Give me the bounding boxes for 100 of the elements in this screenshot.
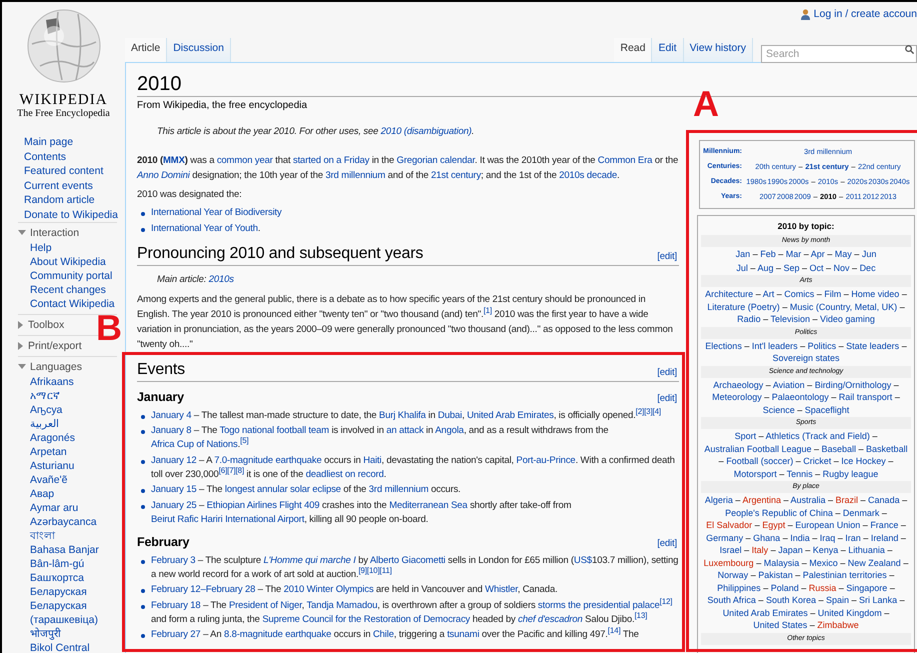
link[interactable]: Gregorian calendar xyxy=(396,155,475,166)
caret-right-icon[interactable] xyxy=(18,321,24,329)
link[interactable]: Whistler xyxy=(485,584,518,595)
link[interactable]: January 15 xyxy=(151,484,197,495)
link[interactable]: Luxembourg xyxy=(704,558,754,568)
citation-link[interactable]: [14] xyxy=(608,626,621,635)
link[interactable]: President of Niger xyxy=(228,600,302,610)
link[interactable]: MMX xyxy=(163,155,185,166)
link[interactable]: United Arab Emirates xyxy=(466,410,554,420)
link[interactable]: Spain xyxy=(826,595,850,605)
sidebar-link[interactable]: Беларуская (тарашкевіца) xyxy=(30,599,117,627)
citation-link[interactable]: [6][7][8] xyxy=(218,466,244,474)
citation-link[interactable]: [9][10][11] xyxy=(358,566,392,574)
link[interactable]: Israel xyxy=(720,545,742,555)
link[interactable]: Jan xyxy=(736,249,750,259)
citation-link[interactable]: [12] xyxy=(660,596,672,606)
link[interactable]: Basketball xyxy=(866,444,908,454)
link[interactable]: Togo national football team xyxy=(220,425,330,436)
link[interactable]: Japan xyxy=(778,545,803,555)
edit-link[interactable]: [edit] xyxy=(657,390,679,406)
link[interactable]: Ice Hockey xyxy=(841,456,886,466)
link[interactable]: Radio xyxy=(737,314,761,324)
citation-link[interactable]: [13] xyxy=(634,610,648,620)
sidebar-link[interactable]: Random article xyxy=(24,193,125,208)
link[interactable]: common year xyxy=(216,155,273,166)
link[interactable]: Dubai xyxy=(438,410,462,420)
link[interactable]: Port-au-Prince xyxy=(516,454,576,466)
link[interactable]: Brazil xyxy=(836,495,858,505)
link[interactable]: Mediterranean Sea xyxy=(389,500,468,510)
sidebar-link[interactable]: About Wikipedia xyxy=(30,255,117,269)
tab[interactable]: View history xyxy=(684,38,753,62)
sidebar-link[interactable]: भोजपुरी xyxy=(30,627,117,641)
link[interactable]: deadliest on record xyxy=(306,468,384,480)
link[interactable]: United States xyxy=(753,620,808,630)
edit-link[interactable]: [edit] xyxy=(657,536,679,550)
link[interactable]: Canada xyxy=(868,495,900,505)
link[interactable]: Archaeology xyxy=(713,380,764,390)
link[interactable]: Oct xyxy=(810,262,824,272)
citation-link[interactable]: [2][3][4] xyxy=(636,406,661,416)
link[interactable]: Science xyxy=(762,404,795,414)
link[interactable]: European Union xyxy=(795,520,860,530)
caret-down-icon[interactable] xyxy=(18,364,26,370)
edit-link[interactable]: [edit] xyxy=(657,248,679,264)
sidebar-link[interactable]: العربية xyxy=(30,417,117,431)
link[interactable]: State leaders xyxy=(846,340,900,350)
link[interactable]: 7.0-magnitude earthquake xyxy=(214,454,322,466)
link[interactable]: Aug xyxy=(757,262,774,272)
link[interactable]: Jun xyxy=(862,249,876,259)
link[interactable]: an attack xyxy=(386,425,424,436)
link[interactable]: Argentina xyxy=(742,495,781,505)
link[interactable]: Palestinian territories xyxy=(802,570,887,580)
link[interactable]: Zimbabwe xyxy=(817,620,859,630)
link[interactable]: Politics xyxy=(808,340,836,350)
sidebar-link[interactable]: Current events xyxy=(24,178,125,193)
link[interactable]: Norway xyxy=(718,570,748,580)
link[interactable]: Africa Cup of Nations xyxy=(151,439,238,450)
link[interactable]: February 12–February 28 xyxy=(151,584,256,595)
link[interactable]: Chile xyxy=(372,629,394,640)
link[interactable]: Iran xyxy=(845,532,861,542)
link[interactable]: February 18 xyxy=(151,600,201,610)
sidebar-link[interactable]: Asturianu xyxy=(30,459,117,473)
link[interactable]: Nov xyxy=(834,262,850,272)
link[interactable]: Football (soccer) xyxy=(726,456,794,466)
search-field[interactable]: Search xyxy=(761,45,917,63)
sidebar-link[interactable]: Help xyxy=(30,241,117,255)
sidebar-link[interactable]: Donate to Wikipedia xyxy=(24,208,125,222)
link[interactable]: Poland xyxy=(770,582,799,592)
link[interactable]: Australia xyxy=(790,495,826,505)
link[interactable]: Palaeontology xyxy=(772,392,829,402)
link[interactable]: Common Era xyxy=(598,155,652,166)
link[interactable]: Int'l leaders xyxy=(752,340,798,350)
sidebar-link[interactable]: Avañe'ẽ xyxy=(30,473,117,487)
link[interactable]: Supreme Council for the Restoration of Democracy xyxy=(262,614,470,624)
citation-link[interactable]: [1] xyxy=(483,306,492,314)
link[interactable]: Meteorology xyxy=(712,392,762,402)
link[interactable]: February 3 xyxy=(151,554,196,566)
link[interactable]: Rail transport xyxy=(838,392,892,402)
link[interactable]: Lithuania xyxy=(848,545,885,555)
sidebar-link[interactable]: Contact Wikipedia xyxy=(30,297,117,311)
link[interactable]: started on a Friday xyxy=(292,155,370,166)
link[interactable]: Ghana xyxy=(753,532,780,542)
login-link[interactable]: Log in / create accoun xyxy=(814,8,917,21)
link[interactable]: United Arab Emirates xyxy=(722,608,808,618)
caret-down-icon[interactable] xyxy=(18,230,26,236)
link[interactable]: Motorsport xyxy=(734,468,777,478)
link[interactable]: May xyxy=(834,249,852,259)
sidebar-link[interactable]: Main page xyxy=(24,135,125,150)
link[interactable]: 2010s decade xyxy=(559,170,617,181)
link[interactable]: chef d'escadron xyxy=(518,614,583,624)
link[interactable]: Elections xyxy=(705,340,742,350)
sidebar-link[interactable]: Aymar aru xyxy=(30,501,117,515)
link[interactable]: South Korea xyxy=(766,595,816,605)
link[interactable]: Home video xyxy=(851,289,900,299)
link[interactable]: Sri Lanka xyxy=(859,595,898,605)
link[interactable]: People's Republic of China xyxy=(725,508,833,518)
link[interactable]: US$ xyxy=(574,554,592,566)
link[interactable]: 21st century xyxy=(430,170,481,181)
link[interactable]: Feb xyxy=(760,249,776,259)
link[interactable]: Angola xyxy=(435,425,464,436)
link[interactable]: Iraq xyxy=(820,532,836,542)
